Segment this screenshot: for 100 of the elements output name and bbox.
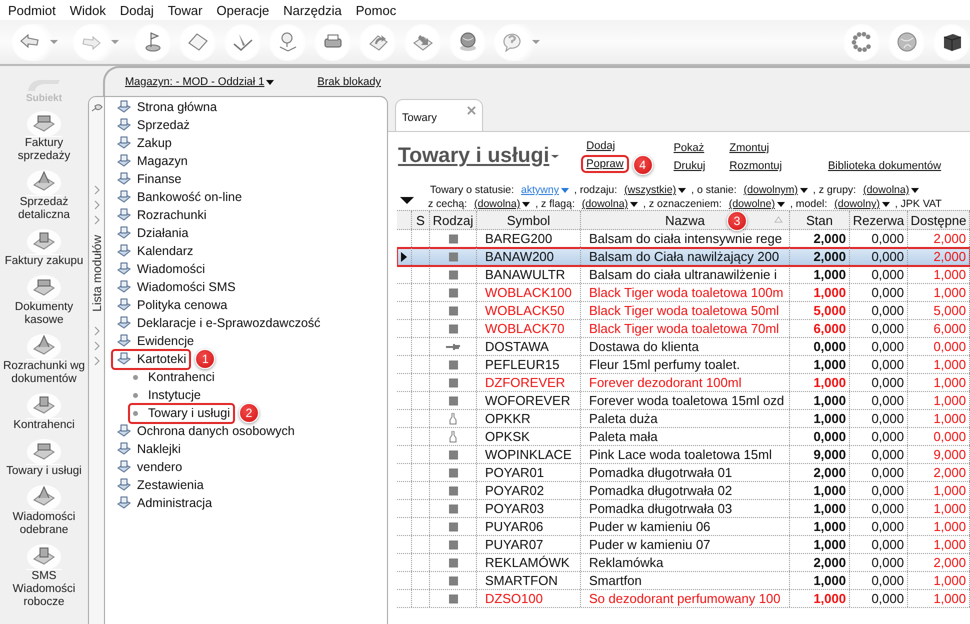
table-row[interactable]: POYAR02 Pomadka długotrwała 02 1,000 0,000 1,000 [397,482,970,500]
sidebar-item[interactable]: Sprzedaż detaliczna [1,165,87,222]
tree-item[interactable]: Sprzedaż [111,114,195,136]
menu-item[interactable]: Pomoc [348,2,404,18]
warehouse-dropdown[interactable]: Magazyn: - MOD - Oddział 1 [125,76,274,88]
tab[interactable]: Towary [395,99,483,131]
sidebar-item[interactable]: Wiadomości odebrane [1,480,87,537]
tree-item[interactable]: Kontrahenci [128,366,220,388]
sidebar-item[interactable]: Towary i usługi [1,434,87,478]
pin-icon[interactable] [90,103,102,113]
table-row[interactable]: WOBLACK100 Black Tiger woda toaletowa 100m 1,000 0,000 1,000 [397,284,970,302]
caret-icon [678,188,686,192]
sidebar-item[interactable]: Kontrahenci [1,388,87,432]
table-row[interactable]: DZSO100 So dezodorant perfumowany 100 1,000 0,000 1,000 [397,590,970,608]
table-row[interactable]: PUYAR07 Puder w kamieniu 07 1,000 0,000 1,000 [397,536,970,554]
tree-item[interactable]: Kartoteki [111,348,192,370]
filter-label: , z oznaczeniem: [643,198,722,210]
table-row[interactable]: WOBLACK70 Black Tiger woda toaletowa 70ml 6,000 0,000 6,000 [397,320,970,338]
tree-item[interactable]: Wiadomości SMS [111,276,241,298]
tree-item[interactable]: Wiadomości [111,258,210,280]
action-link[interactable]: Drukuj [668,157,710,175]
filter-dropdown[interactable]: (dowolnym) [744,184,808,196]
row-pointer-icon [401,252,407,262]
filter-label: , JPK VAT [894,198,942,210]
tree-item[interactable]: Administracja [111,492,218,514]
column-header[interactable]: Dostępne [908,211,970,229]
lock-link[interactable]: Brak blokady [317,76,381,88]
table-cell: 1,000 [908,266,970,283]
table-row[interactable]: POYAR01 Pomadka długotrwała 01 2,000 0,000 2,000 [397,464,970,482]
table-row[interactable]: SMARTFON Smartfon 1,000 0,000 1,000 [397,572,970,590]
tree-item[interactable]: Polityka cenowa [111,294,232,316]
sidebar-item[interactable]: Faktury zakupu [1,224,87,268]
menu-item[interactable]: Towar [160,2,210,18]
module-icon [116,189,132,205]
tree-item[interactable]: Działania [111,222,194,244]
tree-item[interactable]: Towary i usługi [128,402,235,424]
menu-item[interactable]: Narzędzia [276,2,349,18]
module-icon [116,261,132,277]
tree-item[interactable]: Zestawienia [111,474,209,496]
tree-item[interactable]: Deklaracje i e-Sprawozdawczość [111,312,326,334]
column-header[interactable]: Rodzaj [430,211,477,229]
sidebar-item[interactable]: SMS Wiadomości robocze [1,539,87,609]
action-link[interactable]: Zmontuj [724,139,774,157]
tree-item[interactable]: Strona główna [111,97,222,118]
table-row[interactable]: WOFOREVER Forever woda toaletowa 15ml ozd 1,000 0,000 1,000 [397,392,970,410]
menu-item[interactable]: Dodaj [112,2,161,18]
column-header[interactable]: S [412,211,430,229]
tree-item[interactable]: Bankowość on-line [111,186,247,208]
page-title[interactable]: Towary i usługi [398,144,560,168]
tree-item[interactable]: Finanse [111,168,186,190]
table-row[interactable]: REKLAMÓWK Reklamówka 2,000 0,000 2,000 [397,554,970,572]
tree-item[interactable]: Zakup [111,132,177,154]
toolbar-button[interactable] [933,24,970,60]
table-row[interactable]: OPKSK Paleta mała 0,000 0,000 0,000 [397,428,970,446]
action-link[interactable]: Biblioteka dokumentów [822,157,946,175]
table-cell: Pomadka długotrwała 01 [581,464,790,481]
table-row[interactable]: DOSTAWA Dostawa do klienta 0,000 0,000 0,000 [397,338,970,356]
filter-label: , z grupy: [812,184,856,196]
table-row[interactable]: BANAWULTR Balsam do ciała ultranawilżenie i 1,000 0,000 1,000 [397,266,970,284]
column-header[interactable]: Stan [790,211,850,229]
action-link[interactable]: Pokaż [668,139,710,157]
caret-icon [911,188,920,192]
chevron-icon[interactable] [92,340,100,351]
menu-item[interactable]: Podmiot [1,2,63,18]
table-row[interactable]: WOPINKLACE Pink Lace woda toaletowa 15ml 9,000 0,000 9,000 [397,446,970,464]
chevron-icon[interactable] [92,326,100,336]
table-row[interactable]: BANAW200 Balsam do Ciała nawilżający 200 2,000 0,000 2,000 [397,248,970,266]
tree-item[interactable]: Naklejki [111,438,186,460]
table-cell: Black Tiger woda toaletowa 50ml [581,302,790,319]
tree-item[interactable]: Magazyn [111,150,193,172]
sidebar-item[interactable]: Faktury sprzedaży [1,106,87,163]
action-link[interactable]: Popraw [581,155,629,173]
tree-item[interactable]: Instytucje [128,384,206,406]
module-icon [116,441,132,457]
menu-item[interactable]: Widok [62,2,113,18]
column-header[interactable]: Symbol [477,211,581,229]
menu-item[interactable]: Operacje [209,2,276,18]
table-row[interactable]: PEFLEUR15 Fleur 15ml perfumy toalet. 1,000 0,000 1,000 [397,356,970,374]
column-header[interactable]: Rezerwa [850,211,908,229]
filter-dropdown[interactable]: (wszystkie) [624,184,686,196]
table-row[interactable]: OPKKR Paleta duża 1,000 0,000 1,000 [397,410,970,428]
tree-item[interactable]: Ochrona danych osobowych [111,420,300,442]
table-row[interactable]: PUYAR06 Puder w kamieniu 06 1,000 0,000 1,000 [397,518,970,536]
tree-item[interactable]: Ewidencje [111,330,199,352]
table-cell: DZSO100 [477,590,581,607]
close-icon[interactable] [467,106,476,115]
sidebar-item[interactable]: Rozrachunki wg dokumentów [1,329,87,386]
tree-item[interactable]: vendero [111,456,188,478]
chevron-icon[interactable] [92,356,100,366]
sidebar-item[interactable]: Dokumenty kasowe [1,270,87,327]
table-row[interactable]: POYAR03 Pomadka długotrwała 03 1,000 0,000 1,000 [397,500,970,518]
filter-dropdown[interactable]: (dowolna) [863,184,920,196]
action-link[interactable]: Dodaj [581,137,620,155]
tree-item[interactable]: Rozrachunki [111,204,212,226]
table-row[interactable]: WOBLACK50 Black Tiger woda toaletowa 50ml 5,000 0,000 5,000 [397,302,970,320]
action-link[interactable]: Rozmontuj [724,157,787,175]
tree-item[interactable]: Kalendarz [111,240,198,262]
table-row[interactable]: DZFOREVER Forever dezodorant 100ml 1,000 0,000 1,000 [397,374,970,392]
table-cell: 0,000 [850,338,908,355]
filter-dropdown[interactable]: aktywny [521,184,569,196]
